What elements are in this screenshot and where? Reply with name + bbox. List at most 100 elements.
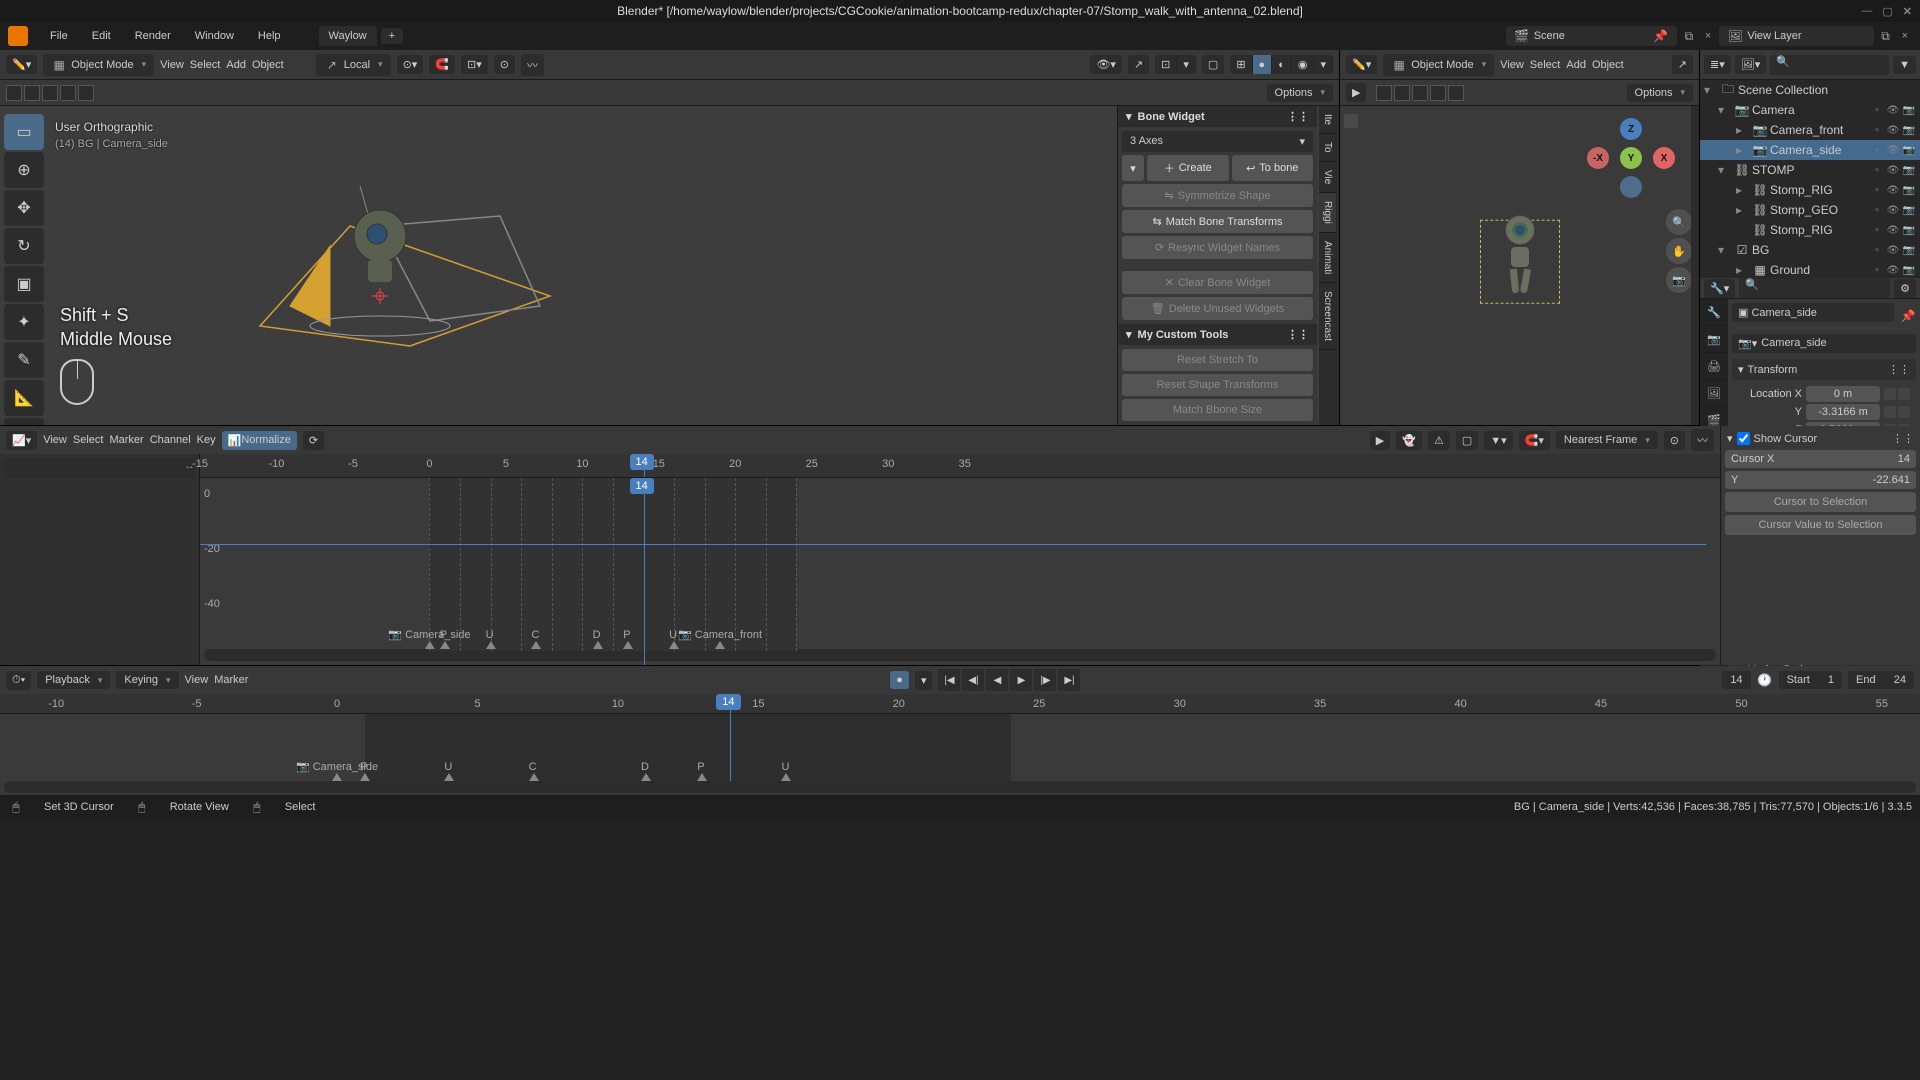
ptab-output-icon[interactable]: 🖨	[1700, 353, 1728, 380]
restrict-select-icon[interactable]: ▫	[1870, 185, 1884, 196]
select-mode-2-icon[interactable]	[24, 85, 40, 101]
restrict-view-icon[interactable]: 👁	[1886, 165, 1900, 176]
tl-marker[interactable]: P	[697, 761, 707, 781]
jump-prev-key-icon[interactable]: ◀|	[962, 669, 984, 691]
ge-menu-select[interactable]: Select	[73, 434, 104, 446]
outliner-item[interactable]: ▸📷Camera_side▫👁📷	[1700, 140, 1920, 160]
scene-pin-icon[interactable]: 📌	[1653, 28, 1669, 44]
outliner-item-name[interactable]: STOMP	[1752, 163, 1868, 177]
blender-logo-icon[interactable]	[8, 26, 28, 46]
disclose-icon[interactable]: ▾	[1718, 243, 1732, 257]
lock-icon[interactable]	[1884, 388, 1896, 400]
restrict-select-icon[interactable]: ▫	[1870, 205, 1884, 216]
restrict-render-icon[interactable]: 📷	[1902, 125, 1916, 136]
props-search-input[interactable]: 🔍	[1739, 278, 1890, 298]
restrict-view-icon[interactable]: 👁	[1886, 265, 1900, 276]
outliner-search-input[interactable]: 🔍	[1770, 55, 1889, 75]
vp2-select-1-icon[interactable]	[1376, 85, 1392, 101]
ge-marker[interactable]: C	[531, 629, 541, 649]
disclose-icon[interactable]: ▸	[1736, 263, 1750, 277]
npanel-collapse-icon[interactable]	[1344, 114, 1358, 128]
vp-menu-select[interactable]: Select	[190, 59, 221, 71]
shading-solid-icon[interactable]: ●	[1253, 55, 1273, 74]
panel-grip-icon[interactable]: ⋮⋮	[1892, 432, 1914, 445]
outliner-type-dropdown[interactable]: ≣▾	[1704, 55, 1731, 74]
window-minimize-icon[interactable]: —	[1861, 5, 1872, 18]
cursor-to-selection-button[interactable]: Cursor to Selection	[1725, 492, 1916, 512]
select-mode-1-icon[interactable]	[6, 85, 22, 101]
restrict-render-icon[interactable]: 📷	[1902, 105, 1916, 116]
camera-view-icon[interactable]: 📷	[1666, 267, 1692, 293]
outliner-display-dropdown[interactable]: 🖼▾	[1735, 55, 1767, 74]
menu-window[interactable]: Window	[185, 26, 244, 46]
restrict-render-icon[interactable]: 📷	[1902, 225, 1916, 236]
tool-add-icon[interactable]: +	[4, 418, 44, 425]
restrict-select-icon[interactable]: ▫	[1870, 145, 1884, 156]
viewport-options-dropdown[interactable]: Options	[1267, 84, 1333, 102]
ge-timeline-ruler[interactable]: -15-10-50510152025303514	[200, 454, 1720, 478]
tool-transform-icon[interactable]: ✦	[4, 304, 44, 340]
reset-shape-button[interactable]: Reset Shape Transforms	[1122, 374, 1313, 396]
menu-edit[interactable]: Edit	[82, 26, 121, 46]
vp2-gizmo-icon[interactable]: ↗	[1672, 55, 1693, 74]
outliner-item[interactable]: ▸⛓Stomp_RIG▫👁📷	[1700, 180, 1920, 200]
n-tab-screencast[interactable]: Screencast	[1319, 283, 1336, 350]
ge-canvas[interactable]: 0-20-4014📷 Camera_sidePUCDPU📷 Camera_fro…	[200, 478, 1720, 665]
shading-rendered-icon[interactable]: ◉	[1292, 55, 1315, 74]
axis-y-icon[interactable]: Y	[1620, 147, 1642, 169]
delete-unused-button[interactable]: 🗑Delete Unused Widgets	[1122, 297, 1313, 320]
ge-menu-view[interactable]: View	[43, 434, 67, 446]
outliner-item-name[interactable]: Ground	[1770, 263, 1868, 277]
disclose-icon[interactable]: ▸	[1736, 183, 1750, 197]
restrict-view-icon[interactable]: 👁	[1886, 125, 1900, 136]
scene-collection-item[interactable]: Scene Collection	[1738, 83, 1916, 97]
restrict-view-icon[interactable]: 👁	[1886, 245, 1900, 256]
n-tab-rigging[interactable]: Riggi	[1319, 193, 1336, 233]
restrict-render-icon[interactable]: 📷	[1902, 245, 1916, 256]
tl-type-dropdown[interactable]: ⏱▾	[6, 671, 31, 690]
tool-measure-icon[interactable]: 📐	[4, 380, 44, 416]
npanel-expand-icon[interactable]	[1691, 106, 1699, 425]
outliner-item[interactable]: ⛓Stomp_RIG▫👁📷	[1700, 220, 1920, 240]
anim-icon[interactable]	[1898, 388, 1910, 400]
orientation-dropdown[interactable]: ↗ Local	[316, 54, 391, 76]
tl-marker[interactable]: P	[360, 761, 370, 781]
widget-shape-dropdown[interactable]: 3 Axes▾	[1122, 131, 1313, 152]
overlay-toggle[interactable]: ⊡	[1155, 55, 1177, 74]
ge-playhead[interactable]: 14	[644, 478, 645, 665]
restrict-render-icon[interactable]: 📷	[1902, 165, 1916, 176]
widget-check-icon[interactable]: ▾	[1122, 155, 1144, 181]
ptab-render-icon[interactable]: 📷	[1700, 326, 1728, 353]
disclose-icon[interactable]: ▸	[1736, 143, 1750, 157]
vp2-menu-add[interactable]: Add	[1566, 59, 1586, 71]
show-cursor-checkbox[interactable]	[1737, 432, 1750, 445]
ptab-viewlayer-icon[interactable]: 🖼	[1700, 380, 1728, 407]
mode-dropdown-2[interactable]: ▦ Object Mode	[1383, 54, 1494, 76]
outliner-item-name[interactable]: Camera_side	[1770, 143, 1868, 157]
restrict-view-icon[interactable]: 👁	[1886, 105, 1900, 116]
ge-playhead[interactable]: 14	[644, 454, 645, 477]
scene-new-icon[interactable]: ⧉	[1681, 28, 1697, 44]
vp2-play-icon[interactable]: ▶	[1346, 83, 1366, 102]
window-maximize-icon[interactable]: ▢	[1882, 5, 1892, 18]
ge-type-dropdown[interactable]: 📈▾	[6, 431, 37, 450]
clear-widget-button[interactable]: ✕Clear Bone Widget	[1122, 271, 1313, 294]
tool-annotate-icon[interactable]: ✎	[4, 342, 44, 378]
workspace-tab[interactable]: Waylow	[319, 26, 377, 46]
outliner-item[interactable]: ▸▦Ground▫👁📷	[1700, 260, 1920, 278]
editor-type-dropdown-2[interactable]: ✏️▾	[1346, 55, 1377, 74]
select-mode-4-icon[interactable]	[60, 85, 76, 101]
scene-selector[interactable]: 🎬 Scene 📌	[1506, 26, 1677, 46]
disclose-icon[interactable]: ▸	[1736, 203, 1750, 217]
clock-icon[interactable]: 🕐	[1757, 672, 1773, 688]
axis-neg-z-icon[interactable]	[1620, 176, 1642, 198]
vp-menu-add[interactable]: Add	[226, 59, 246, 71]
select-mode-3-icon[interactable]	[42, 85, 58, 101]
chevron-down-icon[interactable]: ▾	[1727, 432, 1733, 445]
match-transforms-button[interactable]: ⇆Match Bone Transforms	[1122, 210, 1313, 233]
navigation-gizmo[interactable]: Z Y -X X	[1591, 118, 1671, 198]
disclose-icon[interactable]: ▾	[1718, 103, 1732, 117]
jump-start-icon[interactable]: |◀	[938, 669, 960, 691]
ge-curve-icon[interactable]: 〰	[1691, 429, 1714, 451]
ge-marker[interactable]: U	[486, 629, 496, 649]
